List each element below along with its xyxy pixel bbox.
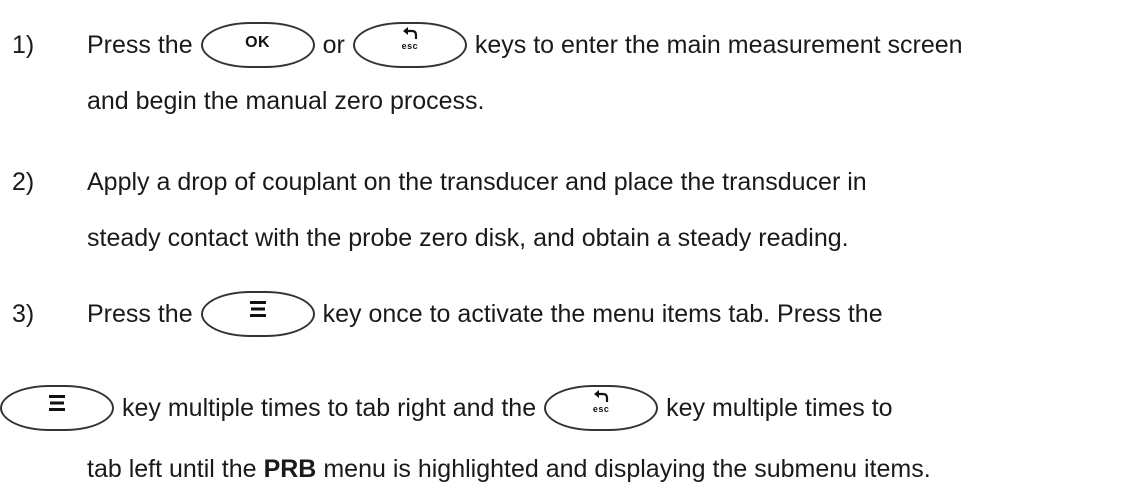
back-arrow-icon (594, 390, 609, 402)
esc-key-icon: esc (544, 385, 659, 431)
step-1-number: 1) (12, 31, 35, 59)
step-3-text-d: key multiple times to (666, 394, 893, 422)
step-2-text-a: Apply a drop of couplant on the transduc… (87, 168, 867, 196)
step-2-line-1: 2) Apply a drop of couplant on the trans… (0, 167, 867, 197)
esc-key-label: esc (592, 404, 610, 414)
menu-key-icon (0, 385, 114, 431)
step-3-text-b: key once to activate the menu items tab.… (322, 300, 883, 328)
step-2-number: 2) (12, 168, 35, 196)
menu-key-icon (200, 291, 315, 337)
step-2-line-2: steady contact with the probe zero disk,… (0, 223, 849, 253)
ok-key-icon: OK (200, 22, 315, 68)
instruction-page: 1) Press the OK or esc keys to enter the… (0, 0, 1143, 503)
step-1-text-a: Press the (87, 31, 193, 59)
step-3-line-3: tab left until the PRB menu is highlight… (0, 454, 931, 484)
step-1-text-d: and begin the manual zero process. (87, 87, 485, 115)
step-3-line-1: 3) Press the key once to activate the me… (0, 291, 883, 337)
prb-menu-name: PRB (263, 455, 317, 483)
step-2-text-b: steady contact with the probe zero disk,… (87, 224, 849, 252)
back-arrow-icon (402, 27, 417, 39)
esc-key-icon: esc (352, 22, 467, 68)
menu-lines-icon (49, 395, 65, 411)
menu-lines-icon (249, 301, 266, 317)
step-3-text-a: Press the (87, 300, 193, 328)
step-3-number: 3) (12, 300, 35, 328)
ok-key-label: OK (245, 34, 271, 51)
step-3-text-e: tab left until the (87, 455, 257, 483)
step-3-text-c: key multiple times to tab right and the (122, 394, 537, 422)
step-3-text-f: menu is highlighted and displaying the s… (323, 455, 931, 483)
step-1-text-c: keys to enter the main measurement scree… (474, 31, 963, 59)
step-1-text-b: or (322, 31, 345, 59)
esc-key-label: esc (401, 41, 419, 51)
step-1-line-2: and begin the manual zero process. (0, 86, 484, 116)
step-1-line-1: 1) Press the OK or esc keys to enter the… (0, 22, 963, 68)
step-3-line-2: key multiple times to tab right and the … (0, 385, 893, 431)
